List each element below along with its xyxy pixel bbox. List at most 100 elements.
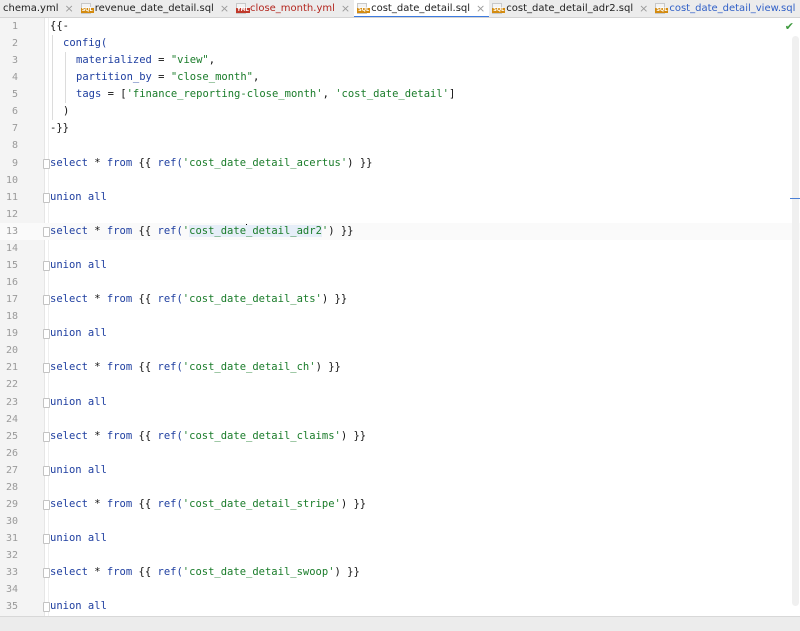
keyword-token: select (50, 224, 88, 237)
keyword-token: union all (50, 600, 107, 613)
code-line[interactable]: 26 (0, 445, 800, 462)
tab-label: revenue_date_detail.sql (94, 3, 214, 14)
close-tab-icon[interactable]: × (476, 3, 485, 14)
string-token: 'cost_date_detail_ats' (182, 293, 322, 306)
horizontal-scrollbar[interactable] (0, 616, 800, 631)
keyword-token: ref( (157, 293, 183, 306)
code-line[interactable]: 19 union all (0, 325, 800, 342)
code-line[interactable]: 3 materialized = "view", (0, 52, 800, 70)
tab-close-month-yml[interactable]: YML close_month.yml × (233, 0, 354, 17)
keyword-token: config( (63, 37, 108, 50)
string-token: 'cost_date_detail_swoop' (182, 566, 335, 579)
string-token: _detail_adr2 (246, 224, 322, 237)
code-line[interactable]: 25 select * from {{ ref('cost_date_detail… (0, 428, 800, 445)
code-line[interactable]: 8 (0, 137, 800, 154)
code-line[interactable]: 14 (0, 240, 800, 257)
fold-marker-icon[interactable] (43, 260, 50, 271)
code-text: -}} (50, 120, 69, 137)
fold-marker-icon[interactable] (43, 534, 50, 545)
fold-marker-icon[interactable] (43, 431, 50, 442)
code-text: select * from {{ ref('cost_date_detail_a… (50, 223, 354, 240)
fold-marker-icon[interactable] (43, 192, 50, 203)
tab-label: close_month.yml (250, 3, 335, 14)
code-line[interactable]: 2 config( (0, 35, 800, 53)
code-line[interactable]: 10 (0, 172, 800, 189)
code-line[interactable]: 27 union all (0, 462, 800, 479)
code-line[interactable]: 23 union all (0, 394, 800, 411)
code-line[interactable]: 13 select * from {{ ref('cost_date_detail… (0, 222, 800, 240)
line-number: 30 (5, 516, 18, 528)
vertical-scrollbar[interactable] (792, 36, 799, 606)
code-line[interactable]: 24 (0, 411, 800, 428)
code-line[interactable]: 35 union all (0, 598, 800, 615)
tab-cost-date-detail-sql[interactable]: SQL cost_date_detail.sql × (354, 0, 490, 17)
keyword-token: from (106, 156, 133, 169)
fold-marker-icon[interactable] (43, 295, 50, 306)
code-line[interactable]: 5 tags = ['finance_reporting-close_month'… (0, 86, 800, 104)
line-number: 31 (5, 533, 18, 545)
code-line[interactable]: 15 union all (0, 257, 800, 274)
plain-token: * (87, 566, 107, 579)
line-number: 24 (5, 413, 18, 425)
code-line[interactable]: 1 {{- (0, 18, 800, 35)
fold-marker-icon[interactable] (43, 226, 50, 237)
editor-tab-bar: chema.yml × SQL revenue_date_detail.sql × YML… (0, 0, 800, 18)
plain-token: , (253, 71, 260, 84)
plain-token: ) }} (340, 497, 367, 510)
sql-file-icon: SQL (655, 3, 669, 14)
code-line[interactable]: 22 (0, 376, 800, 393)
keyword-token: select (50, 156, 88, 169)
close-tab-icon[interactable]: × (220, 3, 229, 14)
string-token: 'cost_date_detail_claims' (182, 429, 341, 442)
code-line[interactable]: 12 (0, 206, 800, 223)
code-editor[interactable]: 1 {{- 2 config(3 materialized = "view", 4 part… (0, 18, 800, 616)
plain-token: {{ (132, 224, 158, 237)
tab-label: chema.yml (3, 3, 59, 14)
sql-file-icon: SQL (357, 3, 371, 14)
close-tab-icon[interactable]: × (639, 3, 648, 14)
keyword-token: select (50, 497, 88, 510)
code-text: materialized = "view", (76, 52, 215, 69)
tab-chema-yml[interactable]: chema.yml × (0, 0, 78, 17)
code-line[interactable]: 16 (0, 274, 800, 291)
fold-marker-icon[interactable] (43, 363, 50, 374)
code-line[interactable]: 31 union all (0, 530, 800, 547)
code-line[interactable]: 28 (0, 479, 800, 496)
plain-token: * (87, 361, 107, 374)
line-number: 6 (11, 106, 18, 118)
code-line[interactable]: 17 select * from {{ ref('cost_date_detail… (0, 291, 800, 308)
tab-revenue-date-detail-sql[interactable]: SQL revenue_date_detail.sql × (78, 0, 233, 17)
code-line[interactable]: 32 (0, 547, 800, 564)
plain-token: {{ (132, 361, 158, 374)
keyword-token: ref( (157, 497, 183, 510)
fold-marker-icon[interactable] (43, 158, 50, 169)
line-number: 16 (5, 277, 18, 289)
code-line[interactable]: 6) (0, 103, 800, 121)
code-line[interactable]: 30 (0, 513, 800, 530)
close-tab-icon[interactable]: × (341, 3, 350, 14)
code-line[interactable]: 9 select * from {{ ref('cost_date_detail_… (0, 155, 800, 172)
fold-marker-icon[interactable] (43, 499, 50, 510)
tab-cost-date-detail-adr2-sql[interactable]: SQL cost_date_detail_adr2.sql × (489, 0, 652, 17)
fold-marker-icon[interactable] (43, 465, 50, 476)
code-text: select * from {{ ref('cost_date_detail_s… (50, 564, 360, 581)
close-tab-icon[interactable]: × (64, 3, 73, 14)
keyword-token: select (50, 429, 88, 442)
code-line[interactable]: 34 (0, 581, 800, 598)
code-line[interactable]: 7 -}} (0, 120, 800, 137)
fold-marker-icon[interactable] (43, 329, 50, 340)
keyword-token: union all (50, 258, 107, 271)
fold-marker-icon[interactable] (43, 568, 50, 579)
code-line[interactable]: 29 select * from {{ ref('cost_date_detail… (0, 496, 800, 513)
tab-cost-date-detail-view-sql[interactable]: SQLcost_date_detail_view.sql× (652, 0, 800, 17)
keyword-token: from (106, 224, 133, 237)
code-line[interactable]: 20 (0, 342, 800, 359)
code-line[interactable]: 18 (0, 308, 800, 325)
code-line[interactable]: 33 select * from {{ ref('cost_date_detail… (0, 564, 800, 581)
code-line[interactable]: 4 partition_by = "close_month", (0, 69, 800, 87)
fold-marker-icon[interactable] (43, 397, 50, 408)
fold-marker-icon[interactable] (43, 602, 50, 613)
line-number: 29 (5, 498, 18, 510)
code-line[interactable]: 11 union all (0, 189, 800, 206)
code-line[interactable]: 21 select * from {{ ref('cost_date_detail… (0, 359, 800, 376)
